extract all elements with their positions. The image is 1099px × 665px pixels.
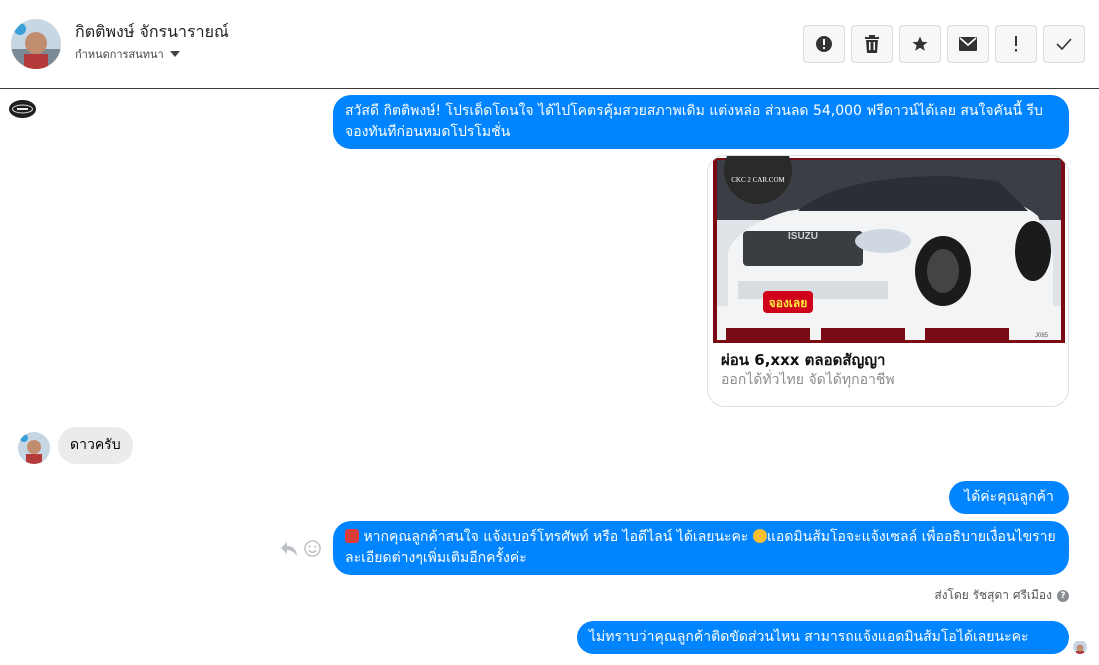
- message-bubble-outgoing[interactable]: หากคุณลูกค้าสนใจ แจ้งเบอร์โทรศัพท์ หรือ …: [333, 521, 1069, 575]
- report-button[interactable]: [803, 25, 845, 63]
- star-button[interactable]: [899, 25, 941, 63]
- mark-done-button[interactable]: [1043, 25, 1085, 63]
- booking-badge-text: จองเลย: [769, 296, 808, 310]
- page-logo: [9, 100, 36, 118]
- conversation-toolbar: [803, 25, 1085, 63]
- watermark-text: CKC 2 CAR.COM: [731, 176, 785, 184]
- message-actions: [280, 540, 321, 557]
- contact-avatar[interactable]: [11, 19, 61, 69]
- car-code-text: J085: [1035, 333, 1049, 339]
- promo-card-image: ISUZU จองเลย CKC 2 CAR.COM J085: [708, 156, 1068, 346]
- mark-unread-button[interactable]: [947, 25, 989, 63]
- contact-name: กิตติพงษ์ จักรนารายณ์: [75, 22, 229, 41]
- conversation-options-label: กำหนดการสนทนา: [75, 48, 164, 61]
- envelope-icon: [959, 37, 977, 51]
- star-icon: [912, 36, 928, 51]
- promo-card-subtitle: ออกได้ทั่วไทย จัดได้ทุกอาชีพ: [721, 372, 895, 388]
- emoji-react-icon[interactable]: [304, 540, 321, 557]
- message-text: ได้ค่ะคุณลูกค้า: [964, 489, 1054, 505]
- help-icon[interactable]: ?: [1057, 589, 1069, 602]
- promo-card[interactable]: ISUZU จองเลย CKC 2 CAR.COM J085 ผ่อน 6,x…: [707, 155, 1069, 407]
- reply-icon[interactable]: [280, 541, 298, 557]
- checkmark-icon: [1056, 38, 1072, 50]
- trash-icon: [865, 35, 879, 53]
- spam-button[interactable]: [995, 25, 1037, 63]
- message-text: หากคุณลูกค้าสนใจ แจ้งเบอร์โทรศัพท์ หรือ …: [363, 529, 753, 545]
- conversation-header: กิตติพงษ์ จักรนารายณ์ กำหนดการสนทนา: [0, 0, 1099, 89]
- message-bubble-incoming[interactable]: ดาวครับ: [58, 427, 133, 464]
- heart-face-emoji-icon: [752, 529, 767, 543]
- message-bubble-outgoing[interactable]: สวัสดี กิตติพงษ์! โปรเด็ดโดนใจ ได้ไปโคตร…: [333, 95, 1069, 149]
- seen-indicator-avatar: [1073, 640, 1087, 654]
- message-text: สวัสดี กิตติพงษ์! โปรเด็ดโดนใจ ได้ไปโคตร…: [345, 103, 1043, 140]
- message-bubble-outgoing[interactable]: ไม่ทราบว่าคุณลูกค้าติดขัดส่วนไหน สามารถแ…: [577, 621, 1069, 654]
- message-bubble-outgoing[interactable]: ได้ค่ะคุณลูกค้า: [949, 481, 1069, 514]
- car-brand-text: ISUZU: [788, 231, 818, 242]
- exclamation-icon: [1015, 36, 1017, 52]
- conversation-options-dropdown[interactable]: กำหนดการสนทนา: [75, 45, 180, 63]
- chevron-down-icon: [169, 51, 180, 57]
- telephone-emoji-icon: [345, 529, 359, 543]
- sent-by-text: ส่งโดย รัชสุดา ศรีเมือง: [934, 588, 1052, 602]
- message-text: ไม่ทราบว่าคุณลูกค้าติดขัดส่วนไหน สามารถแ…: [589, 629, 1029, 645]
- delete-button[interactable]: [851, 25, 893, 63]
- message-text: ดาวครับ: [70, 437, 121, 453]
- alert-circle-icon: [816, 36, 832, 52]
- customer-avatar[interactable]: [18, 432, 50, 464]
- sent-by-label: ส่งโดย รัชสุดา ศรีเมือง ?: [934, 586, 1069, 605]
